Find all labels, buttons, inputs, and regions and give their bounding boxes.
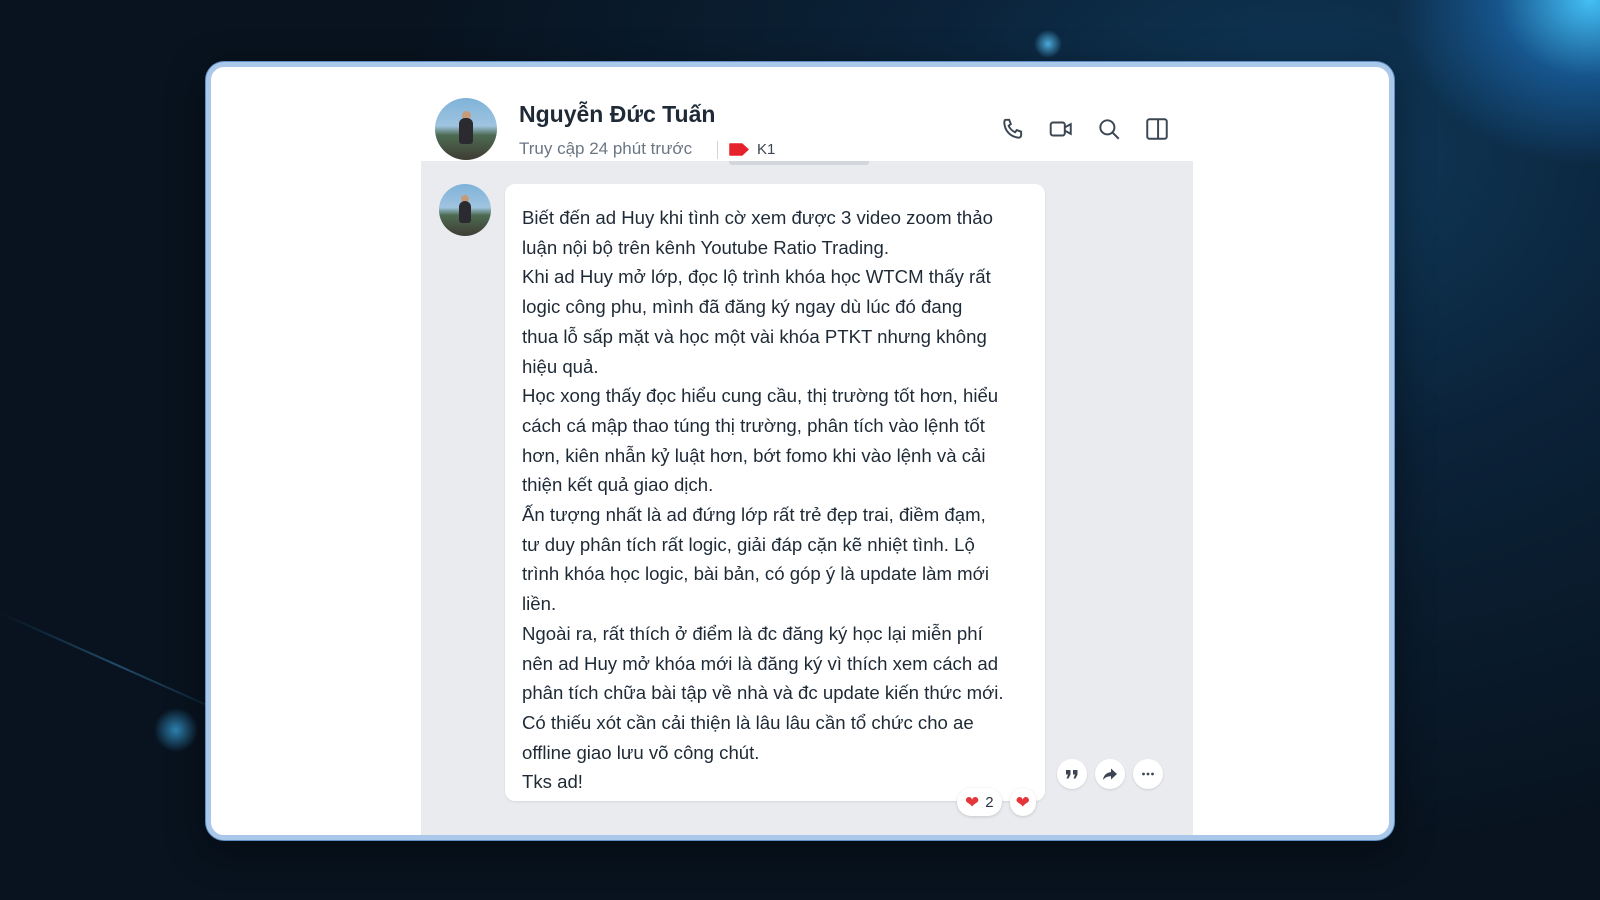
- message-line: logic công phu, mình đã đăng ký ngay dù …: [522, 296, 963, 318]
- video-call-icon: [1049, 121, 1072, 137]
- message-line: thua lỗ sấp mặt và học một vài khóa PTKT…: [522, 325, 987, 347]
- message-line: luận nội bộ trên kênh Youtube Ratio Trad…: [522, 236, 889, 258]
- message-area[interactable]: Biết đến ad Huy khi tình cờ xem được 3 v…: [421, 161, 1193, 835]
- add-heart-reaction-button[interactable]: ❤: [1009, 788, 1036, 816]
- more-icon: [1142, 772, 1154, 776]
- search-button[interactable]: [1095, 115, 1123, 143]
- chat-header: Nguyễn Đức Tuấn Truy cập 24 phút trước K…: [421, 79, 1193, 171]
- video-call-button[interactable]: [1047, 115, 1075, 143]
- message-line: tư duy phân tích rất logic, giải đáp cặn…: [522, 533, 975, 555]
- message-line: hiệu quả.: [522, 355, 599, 377]
- background-light-streak: [0, 612, 238, 720]
- message-line: phân tích chữa bài tập về nhà và đc upda…: [522, 682, 1004, 704]
- status-divider: [717, 141, 718, 159]
- message-line: Có thiếu xót cần cải thiện là lâu lâu cầ…: [522, 711, 974, 733]
- phone-icon: [1003, 118, 1023, 139]
- message-line: hơn, kiên nhẫn kỷ luật hơn, bớt fomo khi…: [522, 444, 986, 466]
- call-button[interactable]: [999, 115, 1027, 143]
- sender-avatar[interactable]: [439, 184, 491, 236]
- message-line: nên ad Huy mở khóa mới là đăng ký vì thí…: [522, 652, 999, 674]
- toggle-side-panel-button[interactable]: [1143, 115, 1171, 143]
- message-actions: [1057, 759, 1163, 789]
- message-line: Biết đến ad Huy khi tình cờ xem được 3 v…: [522, 207, 993, 228]
- quote-icon: [1066, 770, 1078, 779]
- forward-icon: [1103, 768, 1117, 780]
- scroll-indicator: [729, 161, 869, 165]
- contact-name[interactable]: Nguyễn Đức Tuấn: [519, 101, 715, 128]
- header-actions: [999, 115, 1171, 143]
- side-panel-icon: [1146, 118, 1168, 140]
- chat-window: Nguyễn Đức Tuấn Truy cập 24 phút trước K…: [206, 62, 1394, 840]
- message-line: thiện kết quả giao dịch.: [522, 474, 714, 496]
- message-line: offline giao lưu võ công chút.: [522, 741, 760, 763]
- message-line: Học xong thấy đọc hiểu cung cầu, thị trư…: [522, 385, 999, 407]
- search-icon: [1099, 119, 1120, 140]
- heart-icon: ❤: [1015, 792, 1030, 812]
- reaction-count: 2: [985, 793, 994, 811]
- message-line: Khi ad Huy mở lớp, đọc lộ trình khóa học…: [522, 266, 991, 288]
- message-bubble[interactable]: Biết đến ad Huy khi tình cờ xem được 3 v…: [505, 184, 1045, 801]
- message-line: Tks ad!: [522, 771, 583, 793]
- tag-icon[interactable]: [729, 143, 749, 156]
- reaction-summary[interactable]: ❤ 2: [957, 788, 1002, 816]
- message-line: Ấn tượng nhất là ad đứng lớp rất trẻ đẹp…: [522, 504, 986, 526]
- heart-icon: ❤: [965, 792, 980, 812]
- reaction-bar: ❤ 2 ❤: [957, 788, 1036, 816]
- last-seen-status: Truy cập 24 phút trước: [519, 139, 693, 158]
- message-line: Ngoài ra, rất thích ở điểm là đc đăng ký…: [522, 622, 983, 644]
- message-line: liền.: [522, 593, 557, 615]
- contact-avatar[interactable]: [435, 98, 497, 160]
- quote-button[interactable]: [1057, 759, 1087, 789]
- more-button[interactable]: [1133, 759, 1163, 789]
- message-line: trình khóa học logic, bài bản, có góp ý …: [522, 563, 989, 585]
- forward-button[interactable]: [1095, 759, 1125, 789]
- message-line: cách cá mập thao túng thị trường, phân t…: [522, 414, 985, 436]
- tag-label[interactable]: K1: [757, 141, 775, 158]
